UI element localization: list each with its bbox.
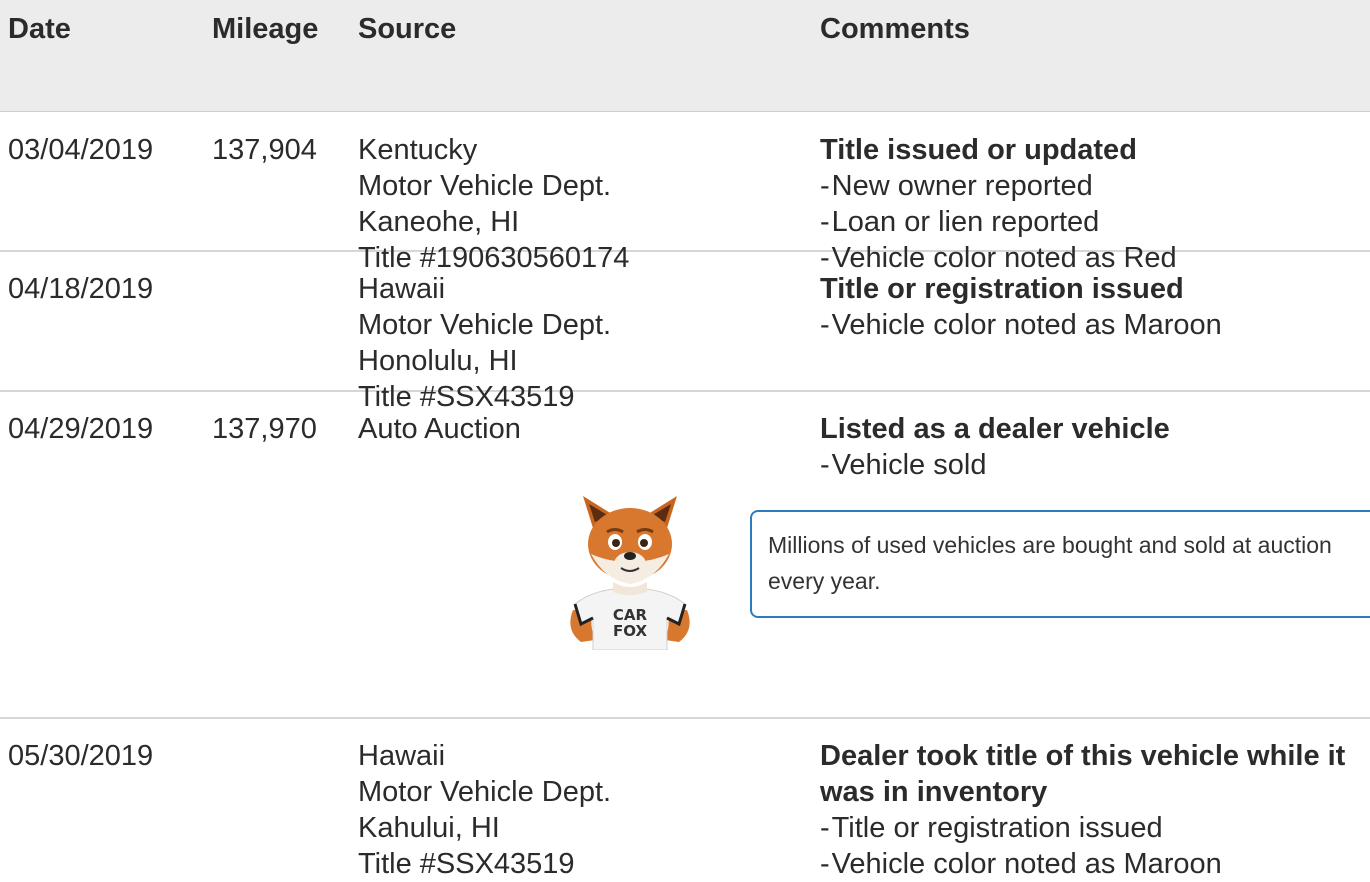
- comment-title: Listed as a dealer vehicle: [820, 413, 1170, 445]
- source-line: Motor Vehicle Dept.: [358, 170, 612, 202]
- row-comments: Dealer took title of this vehicle while …: [820, 738, 1370, 882]
- source-line: Hawaii: [358, 740, 446, 772]
- source-line: Hawaii: [358, 273, 446, 305]
- source-line: Auto Auction: [358, 413, 521, 445]
- comment-item: Vehicle sold: [820, 447, 1370, 483]
- comment-item: Loan or lien reported: [820, 204, 1370, 240]
- auction-callout: Millions of used vehicles are bought and…: [750, 510, 1370, 618]
- row-comments: Title or registration issued Vehicle col…: [820, 271, 1370, 343]
- comment-item: New owner reported: [820, 168, 1370, 204]
- table-header: Date Mileage Source Comments: [0, 0, 1370, 112]
- header-comments: Comments: [820, 13, 970, 45]
- comment-title: Title issued or updated: [820, 134, 1137, 166]
- row-mileage: 137,904: [212, 134, 317, 166]
- source-line: Title #SSX43519: [358, 848, 575, 880]
- row-date: 04/29/2019: [8, 413, 154, 445]
- header-date: Date: [8, 13, 71, 45]
- row-date: 05/30/2019: [8, 740, 154, 772]
- comment-title: Title or registration issued: [820, 273, 1184, 305]
- header-mileage: Mileage: [212, 13, 319, 45]
- source-line: Honolulu, HI: [358, 345, 518, 377]
- row-date: 04/18/2019: [8, 273, 154, 305]
- table-row: 03/04/2019 137,904 Kentucky Motor Vehicl…: [0, 112, 1370, 274]
- shirt-text-fox: FOX: [613, 622, 647, 640]
- table-row: 05/30/2019 Hawaii Motor Vehicle Dept. Ka…: [0, 719, 1370, 880]
- row-source: Auto Auction: [358, 411, 521, 447]
- carfox-mascot-icon: CAR FOX: [570, 496, 690, 650]
- comment-title: Dealer took title of this vehicle while …: [820, 740, 1346, 808]
- table-row: 04/18/2019 Hawaii Motor Vehicle Dept. Ho…: [0, 252, 1370, 413]
- source-line: Kaneohe, HI: [358, 206, 520, 238]
- source-line: Motor Vehicle Dept.: [358, 309, 612, 341]
- row-date: 03/04/2019: [8, 134, 154, 166]
- table-row: 04/29/2019 137,970 Auto Auction Listed a…: [0, 392, 1370, 719]
- comment-item: Vehicle color noted as Maroon: [820, 846, 1370, 882]
- source-line: Kahului, HI: [358, 812, 500, 844]
- header-source: Source: [358, 13, 457, 45]
- row-source: Hawaii Motor Vehicle Dept. Kahului, HI T…: [358, 738, 611, 882]
- row-comments: Listed as a dealer vehicle Vehicle sold: [820, 411, 1370, 483]
- comment-item: Title or registration issued: [820, 810, 1370, 846]
- history-table: Date Mileage Source Comments 03/04/2019 …: [0, 0, 1370, 880]
- row-mileage: 137,970: [212, 413, 317, 445]
- source-line: Kentucky: [358, 134, 478, 166]
- source-line: Motor Vehicle Dept.: [358, 776, 612, 808]
- comment-item: Vehicle color noted as Maroon: [820, 307, 1370, 343]
